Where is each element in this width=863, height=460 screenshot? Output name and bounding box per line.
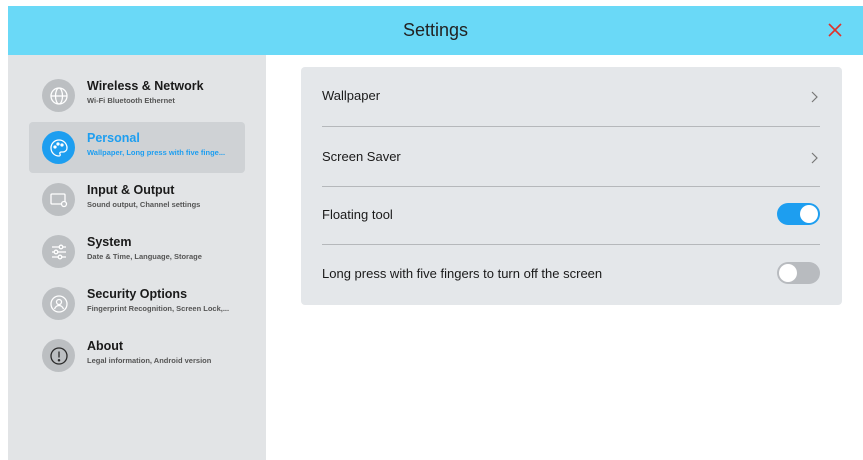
sidebar-item-wireless-network[interactable]: Wireless & Network Wi-Fi Bluetooth Ether… (29, 70, 245, 121)
sidebar-item-personal[interactable]: Personal Wallpaper, Long press with five… (29, 122, 245, 173)
floating-tool-toggle[interactable] (777, 203, 820, 225)
toggle-knob (800, 205, 818, 223)
screen-saver-row[interactable]: Screen Saver (322, 128, 820, 186)
row-label: Floating tool (322, 207, 393, 222)
five-finger-screen-off-toggle[interactable] (777, 262, 820, 284)
row-label: Wallpaper (322, 88, 381, 103)
wallpaper-row[interactable]: Wallpaper (322, 67, 820, 125)
chevron-right-icon (811, 91, 818, 103)
window-title: Settings (402, 20, 469, 40)
sidebar-item-subtitle: Date & Time, Language, Storage (87, 252, 202, 261)
divider (322, 126, 820, 127)
globe-icon (42, 79, 75, 112)
sidebar-item-label: System (87, 235, 132, 249)
sidebar-item-subtitle: Wallpaper, Long press with five finge... (87, 148, 226, 157)
floating-tool-row: Floating tool (322, 186, 820, 244)
info-icon (42, 339, 75, 372)
sidebar-item-security-options[interactable]: Security Options Fingerprint Recognition… (29, 278, 245, 329)
sidebar-item-about[interactable]: About Legal information, Android version (29, 330, 245, 381)
sidebar-item-subtitle: Legal information, Android version (87, 356, 212, 365)
sidebar-item-label: About (87, 339, 124, 353)
personal-settings-panel: Wallpaper Screen Saver Floating tool Lon… (301, 67, 842, 305)
sidebar-item-label: Security Options (87, 287, 188, 301)
title-bar: Settings (8, 6, 863, 55)
sidebar-item-system[interactable]: System Date & Time, Language, Storage (29, 226, 245, 277)
monitor-settings-icon (42, 183, 75, 216)
sidebar: Wireless & Network Wi-Fi Bluetooth Ether… (8, 55, 266, 460)
chevron-right-icon (811, 152, 818, 164)
sidebar-item-label: Input & Output (87, 183, 175, 197)
user-lock-icon (42, 287, 75, 320)
sidebar-item-subtitle: Sound output, Channel settings (87, 200, 201, 209)
five-finger-screen-off-row: Long press with five fingers to turn off… (322, 245, 820, 303)
sidebar-item-label: Personal (87, 131, 140, 145)
row-label: Long press with five fingers to turn off… (322, 266, 603, 281)
row-label: Screen Saver (322, 149, 401, 164)
sliders-icon (42, 235, 75, 268)
palette-icon (42, 131, 75, 164)
toggle-knob (779, 264, 797, 282)
sidebar-item-subtitle: Wi-Fi Bluetooth Ethernet (87, 96, 175, 105)
sidebar-item-label: Wireless & Network (87, 79, 204, 93)
close-icon[interactable] (825, 20, 845, 40)
sidebar-item-subtitle: Fingerprint Recognition, Screen Lock,... (87, 304, 230, 313)
sidebar-item-input-output[interactable]: Input & Output Sound output, Channel set… (29, 174, 245, 225)
